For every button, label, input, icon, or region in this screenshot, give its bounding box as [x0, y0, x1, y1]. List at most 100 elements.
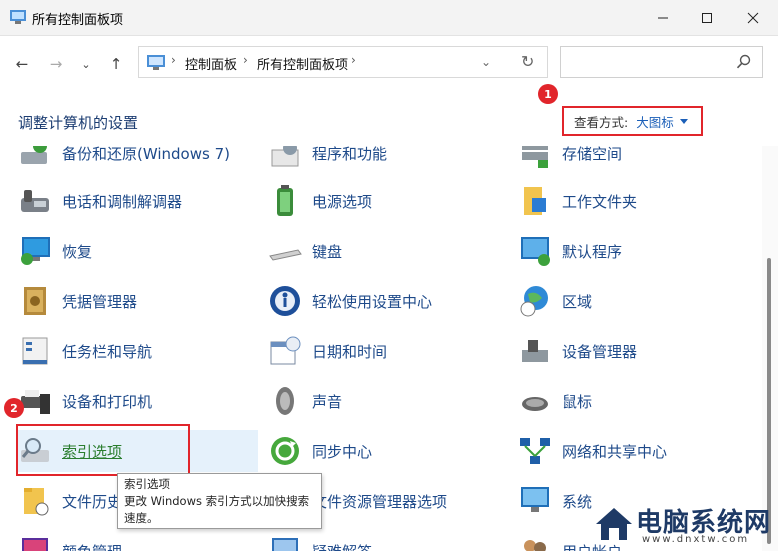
programs-icon — [271, 146, 299, 167]
item-label: 凭据管理器 — [62, 292, 138, 311]
maximize-icon — [702, 13, 712, 23]
item-label: 键盘 — [312, 242, 343, 261]
vertical-scrollbar[interactable] — [762, 146, 778, 551]
item-programs-features[interactable]: 程序和功能 — [268, 146, 387, 172]
item-label: 工作文件夹 — [562, 192, 638, 211]
caret-down-icon — [679, 118, 688, 124]
chevron-right-icon: › — [243, 53, 248, 67]
device-manager-icon — [522, 340, 548, 362]
view-by-value[interactable]: 大图标 — [636, 112, 674, 131]
system-icon — [521, 487, 549, 512]
storage-icon — [522, 146, 548, 168]
item-work-folders[interactable]: 工作文件夹 — [518, 182, 637, 220]
item-device-manager[interactable]: 设备管理器 — [518, 332, 637, 370]
arrow-left-icon: ← — [15, 55, 29, 73]
backup-icon — [21, 146, 47, 164]
search-box[interactable] — [560, 46, 763, 78]
item-label: 颜色管理 — [62, 541, 122, 551]
breadcrumb-all-items[interactable]: 所有控制面板项 — [257, 54, 348, 73]
items-grid: 备份和还原(Windows 7) 电话和调制解调器 恢复 凭据管理器 任务栏和导… — [0, 146, 762, 551]
item-label: 备份和还原(Windows 7) — [62, 146, 230, 163]
forward-button[interactable]: → — [46, 54, 66, 74]
item-label: 电源选项 — [312, 192, 373, 211]
close-icon — [747, 12, 759, 24]
network-icon — [520, 438, 550, 464]
chevron-down-icon: ⌄ — [81, 57, 91, 71]
annotation-marker-1: 1 — [538, 84, 558, 104]
up-button[interactable]: ↑ — [106, 54, 126, 74]
item-keyboard[interactable]: 键盘 — [268, 232, 342, 270]
breadcrumb-control-panel[interactable]: 控制面板 — [185, 54, 237, 73]
view-by-selector[interactable]: 查看方式: 大图标 — [562, 106, 703, 136]
window-title: 所有控制面板项 — [32, 13, 124, 28]
item-label: 存储空间 — [562, 146, 623, 163]
item-label: 日期和时间 — [312, 342, 388, 361]
item-date-time[interactable]: 日期和时间 — [268, 332, 387, 370]
item-label: 区域 — [562, 292, 593, 311]
watermark: 电脑系统网 www.dnxtw.com — [588, 496, 778, 551]
address-dropdown-icon[interactable]: ⌄ — [481, 55, 491, 69]
printer-icon — [21, 390, 50, 414]
item-storage-spaces[interactable]: 存储空间 — [518, 146, 622, 172]
item-power-options[interactable]: 电源选项 — [268, 182, 372, 220]
item-label: 程序和功能 — [312, 146, 388, 163]
address-bar[interactable]: › 控制面板 › 所有控制面板项 › ⌄ ↻ — [138, 46, 548, 78]
navigation-bar: ← → ⌄ ↑ › 控制面板 › 所有控制面板项 › ⌄ ↻ — [0, 36, 778, 90]
item-mouse[interactable]: 鼠标 — [518, 382, 592, 420]
item-recovery[interactable]: 恢复 — [18, 232, 92, 270]
item-label: 疑难解答 — [312, 541, 372, 551]
item-devices-printers[interactable]: 设备和打印机 — [18, 382, 152, 420]
vault-icon — [24, 287, 46, 315]
house-logo-icon — [593, 503, 635, 545]
item-label: 默认程序 — [562, 242, 623, 261]
item-backup-restore[interactable]: 备份和还原(Windows 7) — [18, 146, 230, 172]
item-label: 设备管理器 — [562, 342, 638, 361]
item-region[interactable]: 区域 — [518, 282, 592, 320]
minimize-button[interactable] — [640, 0, 686, 36]
item-color-management[interactable]: 颜色管理 — [18, 532, 122, 551]
item-taskbar[interactable]: 任务栏和导航 — [18, 332, 152, 370]
item-label: 电话和调制解调器 — [62, 192, 183, 211]
tooltip-title: 索引选项 — [124, 477, 170, 491]
item-label: 恢复 — [62, 242, 93, 261]
item-sync-center[interactable]: 同步中心 — [268, 432, 372, 470]
item-system[interactable]: 系统 — [518, 482, 592, 520]
recent-locations-button[interactable]: ⌄ — [76, 54, 96, 74]
item-sound[interactable]: 声音 — [268, 382, 342, 420]
tooltip-body: 更改 Windows 索引方式以加快搜索速度。 — [124, 494, 310, 525]
item-troubleshooting[interactable]: 疑难解答 — [268, 532, 372, 551]
accessibility-icon — [270, 286, 300, 316]
item-network-sharing[interactable]: 网络和共享中心 — [518, 432, 667, 470]
arrow-up-icon: ↑ — [109, 55, 123, 73]
page-title: 调整计算机的设置 — [18, 114, 139, 132]
close-button[interactable] — [730, 0, 776, 36]
calendar-clock-icon — [270, 336, 301, 365]
search-icon — [736, 54, 751, 69]
taskbar-icon — [22, 337, 48, 365]
arrow-right-icon: → — [49, 55, 63, 73]
back-button[interactable]: ← — [12, 54, 32, 74]
recovery-icon — [21, 237, 50, 265]
item-label: 声音 — [312, 392, 343, 411]
color-management-icon — [22, 538, 48, 551]
phone-modem-icon — [21, 190, 49, 212]
item-ease-of-access[interactable]: 轻松使用设置中心 — [268, 282, 432, 320]
keyboard-icon — [269, 249, 302, 261]
item-phone-modem[interactable]: 电话和调制解调器 — [18, 182, 182, 220]
folder-clock-icon — [24, 488, 49, 516]
item-default-programs[interactable]: 默认程序 — [518, 232, 622, 270]
work-folder-icon — [524, 187, 546, 215]
control-panel-icon — [147, 55, 165, 70]
battery-icon — [277, 185, 293, 216]
tooltip: 索引选项 更改 Windows 索引方式以加快搜索速度。 — [117, 473, 322, 529]
item-label: 任务栏和导航 — [62, 342, 153, 361]
users-icon — [524, 540, 546, 551]
watermark-url: www.dnxtw.com — [642, 534, 750, 545]
maximize-button[interactable] — [684, 0, 730, 36]
refresh-icon[interactable]: ↻ — [521, 52, 534, 71]
item-credential-manager[interactable]: 凭据管理器 — [18, 282, 137, 320]
mouse-icon — [522, 397, 548, 411]
minimize-icon — [658, 17, 668, 19]
title-bar: 所有控制面板项 — [0, 0, 778, 36]
view-by-label: 查看方式: — [574, 114, 629, 130]
